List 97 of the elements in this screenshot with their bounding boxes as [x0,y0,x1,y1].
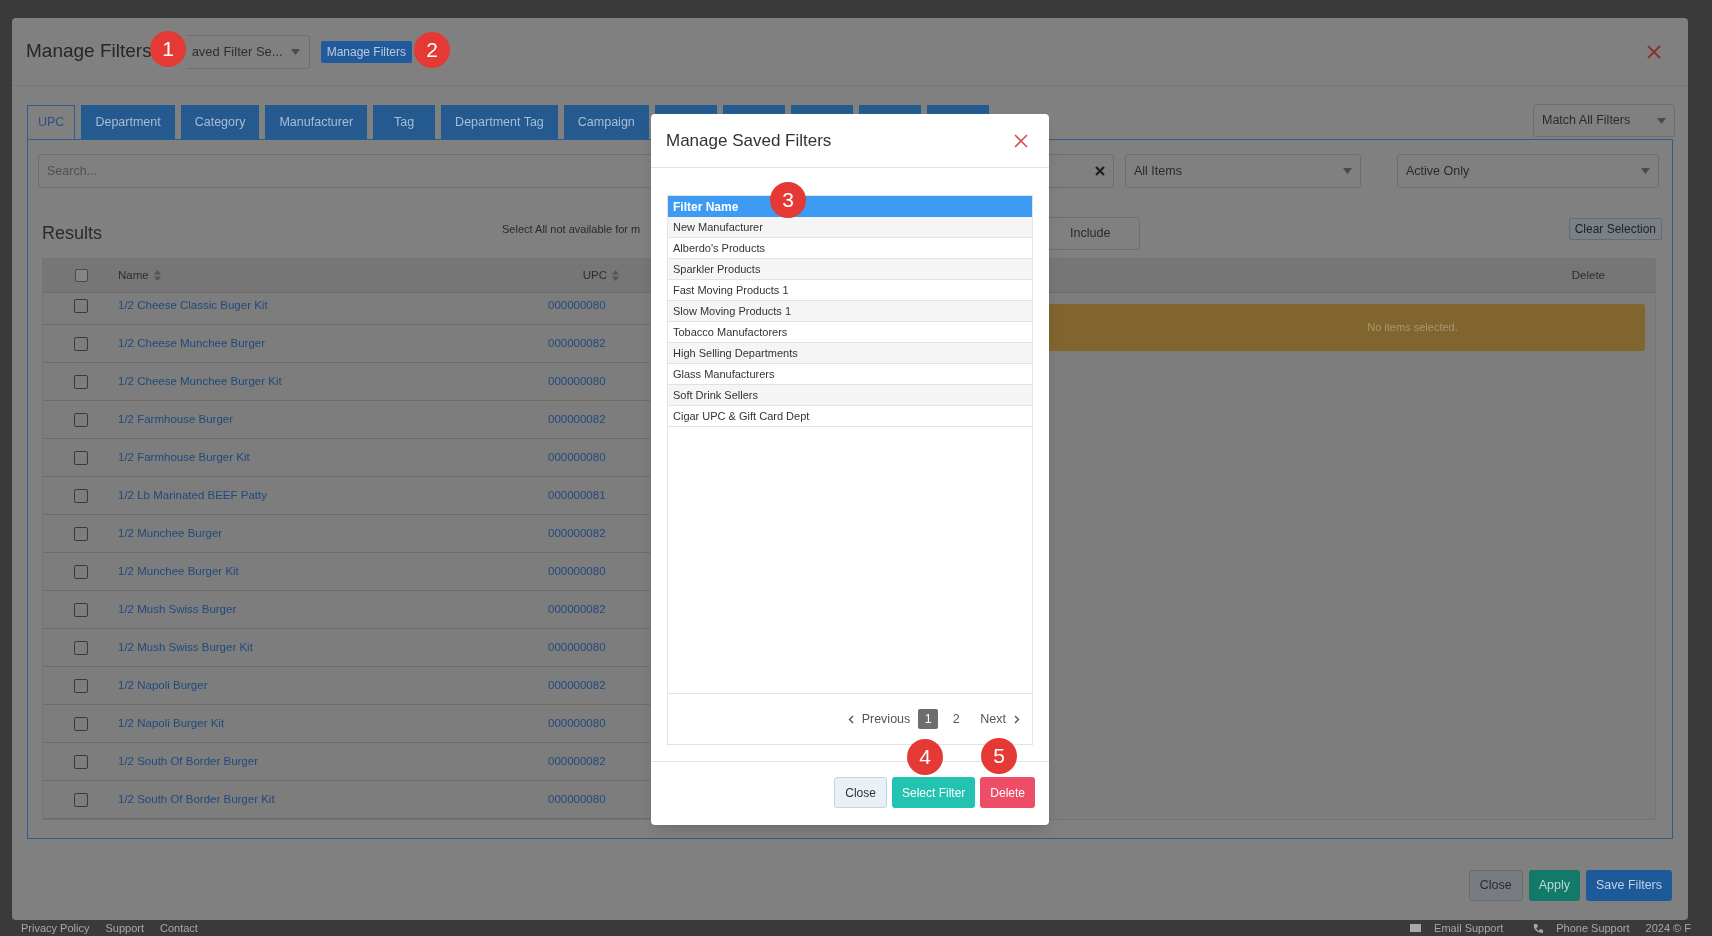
product-link[interactable]: 1/2 Mush Swiss Burger [118,600,538,619]
upc-link[interactable]: 000000080 [548,372,606,391]
close-button[interactable]: Close [834,777,887,808]
product-link[interactable]: 1/2 Mush Swiss Burger Kit [118,638,538,657]
results-title: Results [42,221,103,245]
upc-link[interactable]: 000000080 [548,448,606,467]
tab[interactable]: Department Tag [441,105,558,139]
clear-selection-button[interactable]: Clear Selection [1568,218,1662,240]
previous-page-button[interactable]: Previous [847,709,911,729]
product-link[interactable]: 1/2 Napoli Burger [118,676,538,695]
product-link[interactable]: 1/2 South Of Border Burger [118,752,538,771]
email-support-link[interactable]: Email Support [1434,919,1504,936]
tab[interactable]: Tag [373,105,436,139]
product-link[interactable]: 1/2 Farmhouse Burger [118,410,538,429]
select-all-checkbox[interactable] [75,269,88,282]
status-select[interactable]: Active Only [1397,154,1659,188]
footer-link[interactable]: Support [105,919,144,936]
upc-link[interactable]: 000000080 [548,638,606,657]
filter-row[interactable]: Soft Drink Sellers [668,385,1032,406]
row-checkbox[interactable] [74,564,88,579]
caret-icon [290,48,300,55]
footer-link[interactable]: Contact [160,919,198,936]
row-checkbox[interactable] [74,792,88,807]
match-filter-select[interactable]: Match All Filters [1533,104,1675,137]
product-link[interactable]: 1/2 Cheese Munchee Burger [118,334,538,353]
filter-row[interactable]: High Selling Departments [668,343,1032,364]
row-checkbox[interactable] [74,298,88,313]
phone-support-link[interactable]: Phone Support [1556,919,1630,936]
filter-row[interactable]: Sparkler Products [668,259,1032,280]
product-link[interactable]: 1/2 South Of Border Burger Kit [118,790,538,809]
upc-link[interactable]: 000000082 [548,410,606,429]
product-link[interactable]: 1/2 Munchee Burger Kit [118,562,538,581]
select-filter-button[interactable]: Select Filter [891,777,976,808]
row-checkbox[interactable] [74,336,88,351]
row-checkbox[interactable] [74,450,88,465]
next-page-button[interactable]: Next [980,709,1020,729]
saved-filter-select[interactable]: aved Filter Se... [187,34,310,69]
close-button[interactable]: Close [1468,870,1523,901]
manage-filters-button[interactable]: Manage Filters [320,40,413,63]
upc-link[interactable]: 000000080 [548,790,606,809]
caret-icon [1641,168,1650,174]
copyright-text: 2024 © F [1645,920,1691,936]
phone-icon [1533,923,1544,933]
delete-button[interactable]: Delete [980,777,1035,808]
row-checkbox[interactable] [74,716,88,731]
sort-icon [611,270,619,281]
close-icon[interactable] [1647,44,1661,59]
page-button[interactable]: 2 [946,709,967,729]
chevron-right-icon [1014,714,1020,724]
modal-title: Manage Saved Filters [666,129,833,152]
product-link[interactable]: 1/2 Farmhouse Burger Kit [118,448,538,467]
row-checkbox[interactable] [74,412,88,427]
tab[interactable]: Department [81,105,175,139]
row-checkbox[interactable] [74,526,88,541]
dialog-title: Manage Filters [26,39,152,64]
footer-link[interactable]: Privacy Policy [21,919,90,936]
tab[interactable]: UPC [27,105,76,139]
product-link[interactable]: 1/2 Cheese Classic Buger Kit [118,296,538,315]
save-filters-button[interactable]: Save Filters [1586,870,1672,901]
upc-link[interactable]: 000000082 [548,752,606,771]
row-checkbox[interactable] [74,488,88,503]
sort-icon [153,270,161,281]
close-icon[interactable] [1014,133,1028,148]
column-header[interactable]: UPC [582,266,607,285]
product-link[interactable]: 1/2 Lb Marinated BEEF Patty [118,486,538,505]
row-checkbox[interactable] [74,602,88,617]
items-select[interactable]: All Items [1125,154,1361,188]
tab[interactable]: Manufacturer [265,105,368,139]
upc-link[interactable]: 000000080 [548,562,606,581]
page-button[interactable]: 1 [918,709,939,729]
row-checkbox[interactable] [74,754,88,769]
clear-icon[interactable] [1095,166,1105,176]
tab[interactable]: Category [180,105,260,139]
upc-link[interactable]: 000000082 [548,524,606,543]
column-header[interactable]: Name [118,266,149,285]
column-header: Delete [1571,267,1605,283]
product-link[interactable]: 1/2 Napoli Burger Kit [118,714,538,733]
apply-button[interactable]: Apply [1528,870,1580,901]
upc-link[interactable]: 000000082 [548,676,606,695]
caret-icon [1343,168,1352,174]
filter-row[interactable]: Slow Moving Products 1 [668,301,1032,322]
upc-link[interactable]: 000000080 [548,296,606,315]
product-link[interactable]: 1/2 Cheese Munchee Burger Kit [118,372,538,391]
row-checkbox[interactable] [74,374,88,389]
upc-link[interactable]: 000000081 [548,486,606,505]
tab[interactable]: Campaign [563,105,649,139]
notice-text: Select All not available for m [502,221,641,237]
filter-row[interactable]: New Manufacturer [668,217,1032,238]
caret-icon [1657,117,1666,124]
upc-link[interactable]: 000000080 [548,714,606,733]
row-checkbox[interactable] [74,678,88,693]
chevron-left-icon [847,714,854,724]
upc-link[interactable]: 000000082 [548,600,606,619]
row-checkbox[interactable] [74,640,88,655]
product-link[interactable]: 1/2 Munchee Burger [118,524,538,543]
mail-icon [1410,924,1422,932]
upc-link[interactable]: 000000082 [548,334,606,353]
